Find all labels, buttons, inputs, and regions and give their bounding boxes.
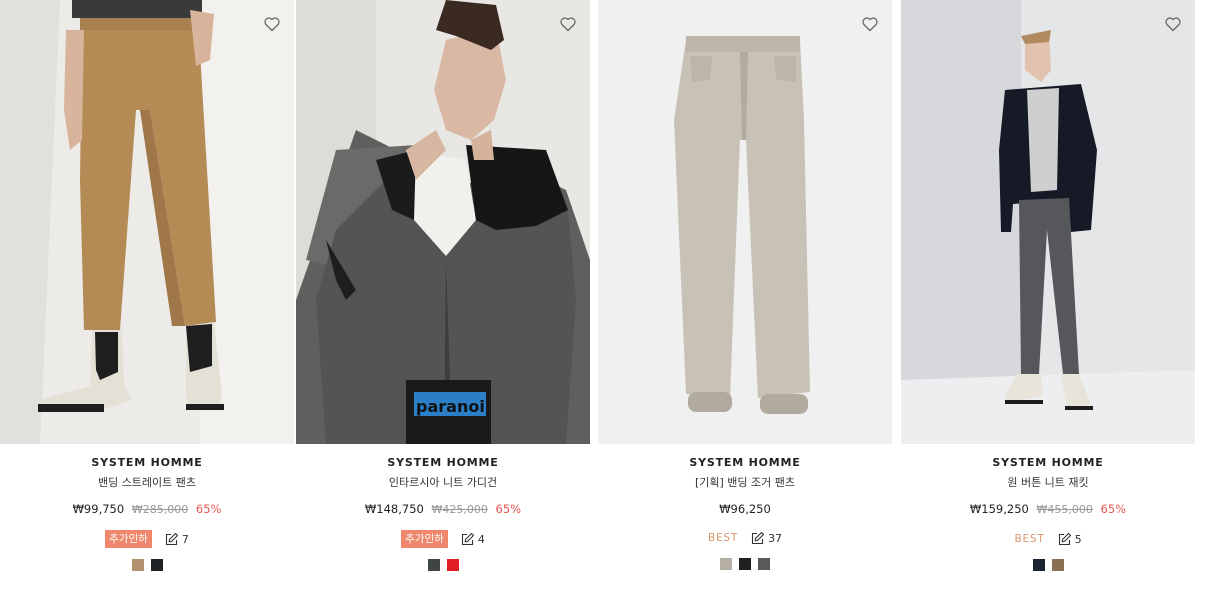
svg-text:paranoi: paranoi xyxy=(416,397,485,416)
product-name[interactable]: [기획] 밴딩 조거 팬츠 xyxy=(598,476,892,490)
extra-discount-badge: 추가인하 xyxy=(105,530,152,548)
extra-discount-badge: 추가인하 xyxy=(401,530,448,548)
color-swatch[interactable] xyxy=(739,558,751,570)
price-row: ₩96,250 xyxy=(598,502,892,516)
edit-icon xyxy=(1058,532,1071,545)
review-count[interactable]: 4 xyxy=(460,532,485,547)
heart-outline-icon[interactable] xyxy=(558,14,578,34)
badge-row: 추가인하 7 xyxy=(0,530,294,548)
product-card[interactable]: paranoi SYSTEM HOMME 인타르시아 니트 가디건 ₩148,7… xyxy=(296,0,590,598)
product-name[interactable]: 밴딩 스트레이트 팬츠 xyxy=(0,476,294,490)
product-info: SYSTEM HOMME [기획] 밴딩 조거 팬츠 ₩96,250 BEST … xyxy=(598,456,892,570)
original-price: ₩285,000 xyxy=(131,503,189,516)
color-swatch[interactable] xyxy=(720,558,732,570)
sale-price: ₩159,250 xyxy=(969,502,1029,516)
color-swatch[interactable] xyxy=(446,559,459,571)
color-swatch[interactable] xyxy=(758,558,770,570)
product-name[interactable]: 원 버튼 니트 재킷 xyxy=(901,476,1195,490)
discount-rate: 65% xyxy=(1100,502,1127,516)
discount-rate: 65% xyxy=(195,502,222,516)
product-name[interactable]: 인타르시아 니트 가디건 xyxy=(296,476,590,490)
model-knit-jacket-image xyxy=(901,0,1195,444)
product-image[interactable] xyxy=(598,0,892,444)
brand-name[interactable]: SYSTEM HOMME xyxy=(0,456,294,470)
best-badge: BEST xyxy=(1014,533,1045,545)
heart-outline-icon[interactable] xyxy=(262,14,282,34)
badge-row: 추가인하 4 xyxy=(296,530,590,548)
best-badge: BEST xyxy=(707,532,739,544)
edit-icon xyxy=(461,532,474,545)
product-image[interactable] xyxy=(901,0,1195,444)
color-swatch[interactable] xyxy=(427,559,440,571)
brand-name[interactable]: SYSTEM HOMME xyxy=(598,456,892,470)
color-swatch[interactable] xyxy=(1051,559,1064,571)
color-swatch[interactable] xyxy=(131,559,144,571)
color-swatches xyxy=(0,559,294,571)
product-image[interactable]: paranoi xyxy=(296,0,590,444)
color-swatches xyxy=(901,559,1195,571)
color-swatch[interactable] xyxy=(150,559,163,571)
product-info: SYSTEM HOMME 밴딩 스트레이트 팬츠 ₩99,750 ₩285,00… xyxy=(0,456,294,571)
heart-outline-icon[interactable] xyxy=(1163,14,1183,34)
product-card[interactable]: SYSTEM HOMME [기획] 밴딩 조거 팬츠 ₩96,250 BEST … xyxy=(598,0,892,598)
review-count-value: 37 xyxy=(768,531,783,545)
product-image[interactable] xyxy=(0,0,294,444)
edit-icon xyxy=(752,531,765,544)
badge-row: BEST 5 xyxy=(901,530,1195,548)
review-count-value: 7 xyxy=(181,532,189,546)
product-card[interactable]: SYSTEM HOMME 밴딩 스트레이트 팬츠 ₩99,750 ₩285,00… xyxy=(0,0,294,598)
product-info: SYSTEM HOMME 인타르시아 니트 가디건 ₩148,750 ₩425,… xyxy=(296,456,590,571)
color-swatch[interactable] xyxy=(1032,559,1045,571)
edit-icon xyxy=(165,532,178,545)
review-count[interactable]: 5 xyxy=(1057,532,1082,547)
heart-outline-icon[interactable] xyxy=(860,14,880,34)
brand-name[interactable]: SYSTEM HOMME xyxy=(296,456,590,470)
review-count[interactable]: 7 xyxy=(164,532,189,547)
jogger-pants-image xyxy=(598,0,892,444)
review-count-value: 5 xyxy=(1074,532,1082,546)
sale-price: ₩148,750 xyxy=(364,502,424,516)
color-swatches xyxy=(296,559,590,571)
original-price: ₩455,000 xyxy=(1036,503,1093,516)
product-info: SYSTEM HOMME 원 버튼 니트 재킷 ₩159,250 ₩455,00… xyxy=(901,456,1195,571)
review-count-value: 4 xyxy=(477,532,485,546)
badge-row: BEST 37 xyxy=(598,529,892,547)
price-row: ₩148,750 ₩425,000 65% xyxy=(296,502,590,517)
product-card[interactable]: SYSTEM HOMME 원 버튼 니트 재킷 ₩159,250 ₩455,00… xyxy=(901,0,1195,598)
original-price: ₩425,000 xyxy=(431,503,488,516)
price-row: ₩99,750 ₩285,000 65% xyxy=(0,502,294,517)
model-straight-pants-image xyxy=(0,0,294,444)
product-grid: SYSTEM HOMME 밴딩 스트레이트 팬츠 ₩99,750 ₩285,00… xyxy=(0,0,1206,598)
brand-name[interactable]: SYSTEM HOMME xyxy=(901,456,1195,470)
model-intarsia-cardigan-image: paranoi xyxy=(296,0,590,444)
sale-price: ₩99,750 xyxy=(72,502,125,516)
price-row: ₩159,250 ₩455,000 65% xyxy=(901,502,1195,517)
sale-price: ₩96,250 xyxy=(719,502,771,516)
discount-rate: 65% xyxy=(495,502,522,516)
review-count[interactable]: 37 xyxy=(750,531,782,546)
color-swatches xyxy=(598,558,892,570)
